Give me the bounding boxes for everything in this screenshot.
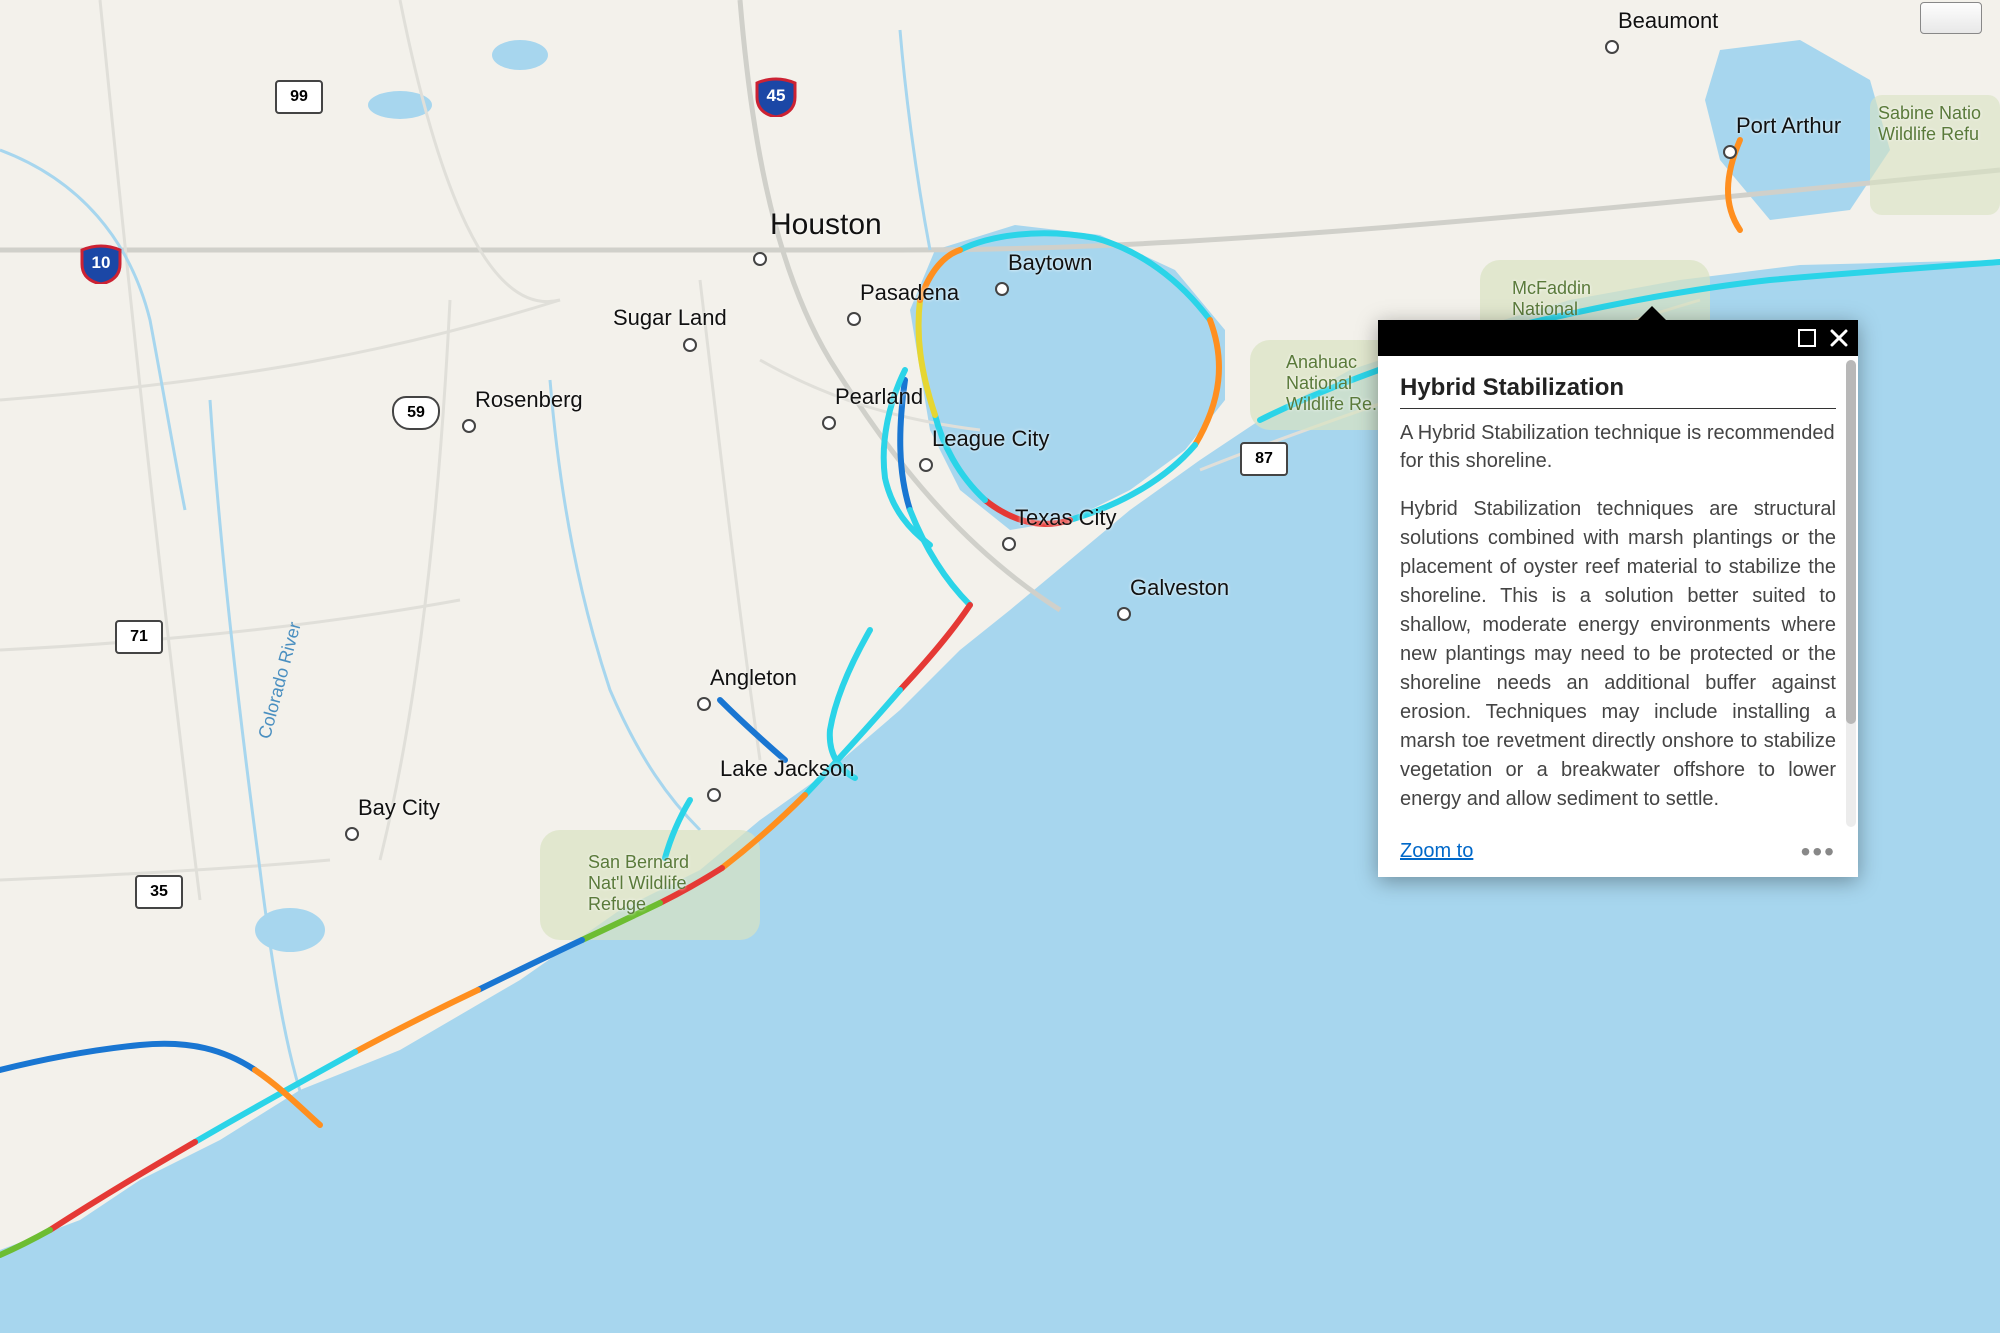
dot-baytown — [995, 282, 1009, 296]
label-pasadena: Pasadena — [860, 280, 959, 306]
shield-i45: 45 — [755, 75, 797, 117]
dot-angleton — [697, 697, 711, 711]
label-baytown: Baytown — [1008, 250, 1092, 276]
info-popup: Hybrid Stabilization A Hybrid Stabilizat… — [1378, 320, 1858, 877]
popup-pointer — [1638, 306, 1666, 320]
shield-tx71: 71 — [115, 620, 163, 654]
map-tool-button[interactable] — [1920, 2, 1982, 34]
dot-portarthur — [1723, 145, 1737, 159]
dot-beaumont — [1605, 40, 1619, 54]
label-portarthur: Port Arthur — [1736, 113, 1841, 139]
popup-body: Hybrid Stabilization A Hybrid Stabilizat… — [1378, 356, 1858, 828]
popup-title: Hybrid Stabilization — [1400, 374, 1836, 409]
label-leaguecity: League City — [932, 426, 1049, 452]
dot-pearland — [822, 416, 836, 430]
dot-rosenberg — [462, 419, 476, 433]
label-galveston: Galveston — [1130, 575, 1229, 601]
maximize-icon[interactable] — [1798, 329, 1816, 347]
shield-i10: 10 — [80, 242, 122, 284]
label-texascity: Texas City — [1015, 505, 1116, 531]
label-anahuac: Anahuac National Wildlife Re... — [1286, 352, 1387, 415]
shield-tx35: 35 — [135, 875, 183, 909]
popup-scroll-thumb[interactable] — [1846, 360, 1856, 724]
dot-lakejackson — [707, 788, 721, 802]
label-sabine: Sabine Natio Wildlife Refu — [1878, 103, 1981, 145]
zoom-to-link[interactable]: Zoom to — [1400, 840, 1473, 863]
dot-texascity — [1002, 537, 1016, 551]
label-houston: Houston — [770, 208, 882, 242]
dot-leaguecity — [919, 458, 933, 472]
label-baycity: Bay City — [358, 795, 440, 821]
label-sugarland: Sugar Land — [613, 305, 727, 331]
popup-header — [1378, 320, 1858, 356]
shield-tx99: 99 — [275, 80, 323, 114]
label-lakejackson: Lake Jackson — [720, 756, 855, 782]
dot-baycity — [345, 827, 359, 841]
popup-footer: Zoom to ••• — [1378, 828, 1858, 877]
popup-intro: A Hybrid Stabilization technique is reco… — [1400, 419, 1836, 475]
close-icon[interactable] — [1830, 329, 1848, 347]
dot-galveston — [1117, 607, 1131, 621]
popup-description: Hybrid Stabilization techniques are stru… — [1400, 495, 1836, 814]
label-pearland: Pearland — [835, 384, 923, 410]
label-beaumont: Beaumont — [1618, 8, 1718, 34]
label-rosenberg: Rosenberg — [475, 387, 583, 413]
dot-sugarland — [683, 338, 697, 352]
popup-scrollbar[interactable] — [1846, 360, 1856, 827]
more-actions-icon[interactable]: ••• — [1801, 845, 1836, 859]
shield-us59: 59 — [392, 396, 440, 430]
label-sanbernard: San Bernard Nat'l Wildlife Refuge — [588, 852, 689, 915]
shield-tx87: 87 — [1240, 442, 1288, 476]
label-angleton: Angleton — [710, 665, 797, 691]
dot-pasadena — [847, 312, 861, 326]
label-mcfaddin: McFaddin National — [1512, 278, 1591, 320]
dot-houston — [753, 252, 767, 266]
